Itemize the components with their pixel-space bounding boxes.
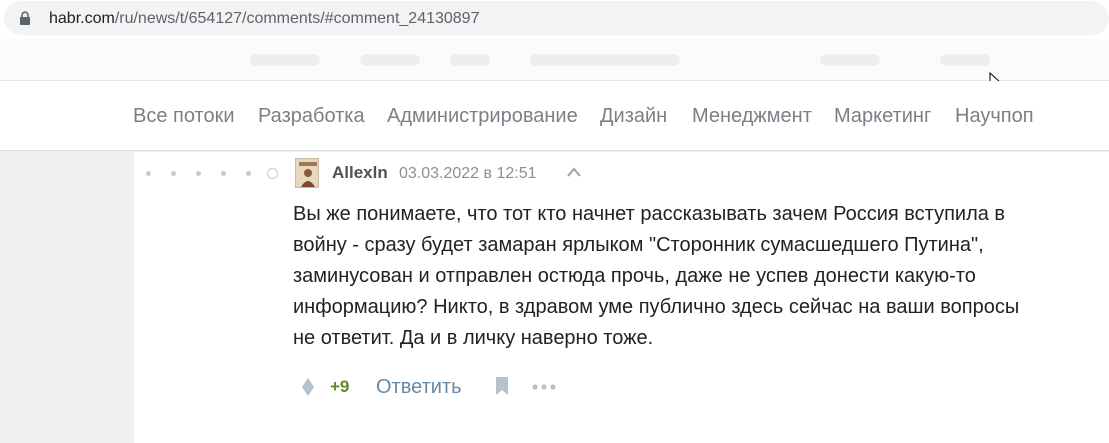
reply-button[interactable]: Ответить [376, 376, 462, 398]
thread-dot [221, 171, 226, 176]
faded-item [530, 54, 680, 66]
comment-score: +9 [330, 377, 350, 396]
thread-level-indicator [144, 166, 284, 182]
url-path: /ru/news/t/654127/comments/#comment_2413… [114, 10, 480, 27]
nav-item-management[interactable]: Менеджмент [692, 105, 812, 127]
nav-item-development[interactable]: Разработка [258, 105, 365, 127]
faded-item [360, 54, 420, 66]
nav-item-marketing[interactable]: Маркетинг [834, 105, 931, 127]
comment-date[interactable]: 03.03.2022 в 12:51 [399, 164, 537, 184]
faded-item [820, 54, 880, 66]
comment-line: информацию? Никто, в здравом уме публичн… [293, 296, 1020, 318]
thread-ring [267, 168, 278, 179]
bookmark-icon[interactable] [494, 376, 510, 396]
vote-diamond-icon[interactable] [301, 377, 315, 397]
thread-dot [146, 171, 151, 176]
comment-author[interactable]: Allexln [332, 163, 388, 183]
chevron-up-icon[interactable] [566, 166, 582, 178]
nav-item-design[interactable]: Дизайн [600, 105, 667, 127]
thread-dot [196, 171, 201, 176]
browser-address-bar: habr.com/ru/news/t/654127/comments/#comm… [0, 0, 1109, 39]
nav-item-all-streams[interactable]: Все потоки [133, 105, 235, 127]
comment-line: заминусован и отправлен остюда прочь, да… [293, 265, 976, 287]
comment-line: войну - сразу будет замаран ярлыком "Сто… [293, 234, 984, 256]
lock-icon[interactable] [18, 11, 32, 25]
nav-item-popsci[interactable]: Научпоп [955, 105, 1034, 127]
thread-dot [171, 171, 176, 176]
hub-navigation: Все потоки Разработка Администрирование … [0, 81, 1109, 151]
url-field[interactable]: habr.com/ru/news/t/654127/comments/#comm… [4, 1, 1109, 35]
comment-body: Вы же понимаете, что тот кто начнет расс… [293, 199, 1083, 354]
faded-toolbar [0, 39, 1109, 81]
avatar-image [296, 159, 318, 187]
comment-area: Allexln 03.03.2022 в 12:51 Вы же понимае… [134, 152, 1109, 443]
faded-item [250, 54, 320, 66]
more-dots-icon[interactable] [532, 384, 556, 390]
faded-item [450, 54, 490, 66]
faded-item [940, 54, 990, 66]
comment-line: не ответит. Да и в личку наверно тоже. [293, 327, 654, 349]
avatar[interactable] [295, 158, 319, 188]
thread-dot [246, 171, 251, 176]
url-host: habr.com [49, 10, 115, 27]
nav-item-administration[interactable]: Администрирование [387, 105, 578, 127]
comment-line: Вы же понимаете, что тот кто начнет расс… [293, 203, 1006, 225]
url-text[interactable]: habr.com/ru/news/t/654127/comments/#comm… [49, 9, 479, 29]
comment-actions: +9 Ответить [294, 374, 694, 400]
